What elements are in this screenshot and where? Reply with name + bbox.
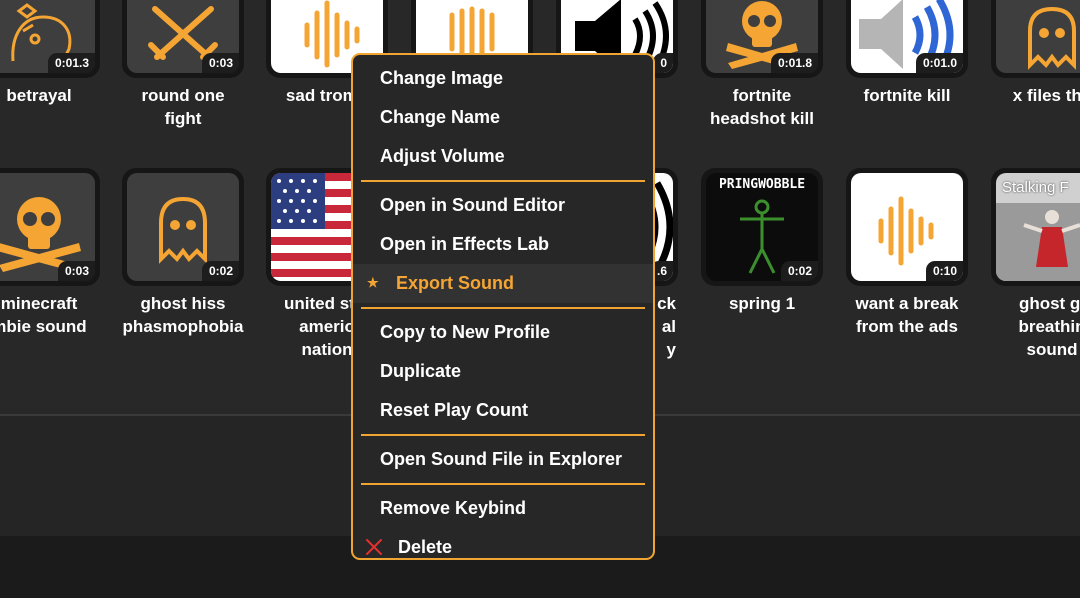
- tile-thumbnail[interactable]: 0:10: [846, 168, 968, 286]
- duration-badge: 0:01.8: [770, 53, 818, 73]
- menu-duplicate[interactable]: Duplicate: [353, 352, 653, 391]
- ghost-icon: 0:02: [127, 173, 239, 281]
- menu-separator: [361, 434, 645, 436]
- tile-label: fortnite headshot kill: [710, 86, 814, 128]
- sound-tile[interactable]: 0:03 minecraft mbie sound: [0, 168, 100, 338]
- context-menu: Change Image Change Name Adjust Volume O…: [351, 53, 655, 560]
- menu-copy-to-new-profile[interactable]: Copy to New Profile: [353, 313, 653, 352]
- ghost-icon: 0: [996, 0, 1080, 73]
- sound-tile[interactable]: 0:03 round one fight: [122, 0, 244, 130]
- close-icon: [366, 539, 382, 555]
- tile-thumbnail[interactable]: 0:03: [122, 0, 244, 78]
- sound-tile[interactable]: 0 x files the: [991, 0, 1080, 107]
- tile-label: minecraft mbie sound: [0, 294, 87, 336]
- tile-thumbnail[interactable]: 0:01.8: [701, 0, 823, 78]
- springwobble-image: PRINGWOBBLE 0:02: [706, 173, 818, 281]
- duration-badge: 0:02: [780, 261, 818, 281]
- sound-tile[interactable]: 0:01.8 fortnite headshot kill: [701, 0, 823, 130]
- tile-thumbnail[interactable]: PRINGWOBBLE 0:02: [701, 168, 823, 286]
- menu-separator: [361, 307, 645, 309]
- crossed-swords-icon: 0:03: [127, 0, 239, 73]
- menu-open-in-explorer[interactable]: Open Sound File in Explorer: [353, 440, 653, 479]
- face-icon: 0:01.3: [0, 0, 95, 73]
- sound-tile[interactable]: 0:01.3 betrayal: [0, 0, 100, 107]
- tile-label: x files the: [1012, 86, 1080, 105]
- tile-thumbnail[interactable]: 0:01.0: [846, 0, 968, 78]
- tile-thumbnail[interactable]: 0:01.3: [0, 0, 100, 78]
- tile-label: fortnite kill: [863, 86, 951, 105]
- tile-label: betrayal: [6, 86, 72, 105]
- menu-delete[interactable]: Delete: [353, 528, 653, 567]
- menu-change-name[interactable]: Change Name: [353, 98, 653, 137]
- tile-label: ghost gi breathin sound: [1018, 294, 1080, 359]
- duration-badge: 0:03: [201, 53, 239, 73]
- menu-open-sound-editor[interactable]: Open in Sound Editor: [353, 186, 653, 225]
- skull-crossbones-icon: 0:03: [0, 173, 95, 281]
- menu-remove-keybind[interactable]: Remove Keybind: [353, 489, 653, 528]
- skull-crossbones-icon: 0:01.8: [706, 0, 818, 73]
- menu-export-sound[interactable]: ★ Export Sound: [353, 264, 653, 303]
- tile-thumbnail[interactable]: 0:02: [122, 168, 244, 286]
- menu-adjust-volume[interactable]: Adjust Volume: [353, 137, 653, 176]
- ghost-girl-image: Stalking F 0: [996, 173, 1080, 281]
- tile-thumbnail[interactable]: 0: [991, 0, 1080, 78]
- speaker-blue-icon: 0:01.0: [851, 0, 963, 73]
- sound-tile[interactable]: Stalking F 0 ghost gi breathin sound: [991, 168, 1080, 361]
- menu-export-sound-label: Export Sound: [396, 273, 514, 293]
- menu-separator: [361, 180, 645, 182]
- sound-wave-icon: 0:10: [851, 173, 963, 281]
- duration-badge: 0: [653, 53, 673, 73]
- menu-open-effects-lab[interactable]: Open in Effects Lab: [353, 225, 653, 264]
- duration-badge: 0:10: [925, 261, 963, 281]
- menu-change-image[interactable]: Change Image: [353, 59, 653, 98]
- duration-badge: 0:02: [201, 261, 239, 281]
- tile-label: round one fight: [141, 86, 225, 128]
- duration-badge: 0:01.3: [47, 53, 95, 73]
- menu-reset-play-count[interactable]: Reset Play Count: [353, 391, 653, 430]
- duration-badge: 0:03: [57, 261, 95, 281]
- tile-label: spring 1: [728, 294, 796, 313]
- menu-separator: [361, 483, 645, 485]
- sound-tile[interactable]: 0:10 want a break from the ads: [846, 168, 968, 338]
- tile-thumbnail[interactable]: 0:03: [0, 168, 100, 286]
- sound-tile[interactable]: 0:02 ghost hiss phasmophobia: [122, 168, 244, 338]
- tile-thumbnail[interactable]: Stalking F 0: [991, 168, 1080, 286]
- star-icon: ★: [367, 275, 379, 290]
- menu-delete-label: Delete: [398, 537, 453, 557]
- tile-label: ghost hiss phasmophobia: [122, 294, 244, 336]
- tile-label: want a break from the ads: [855, 294, 959, 336]
- sound-tile[interactable]: PRINGWOBBLE 0:02 spring 1: [701, 168, 823, 315]
- sound-tile[interactable]: 0:01.0 fortnite kill: [846, 0, 968, 107]
- duration-badge: 0:01.0: [915, 53, 963, 73]
